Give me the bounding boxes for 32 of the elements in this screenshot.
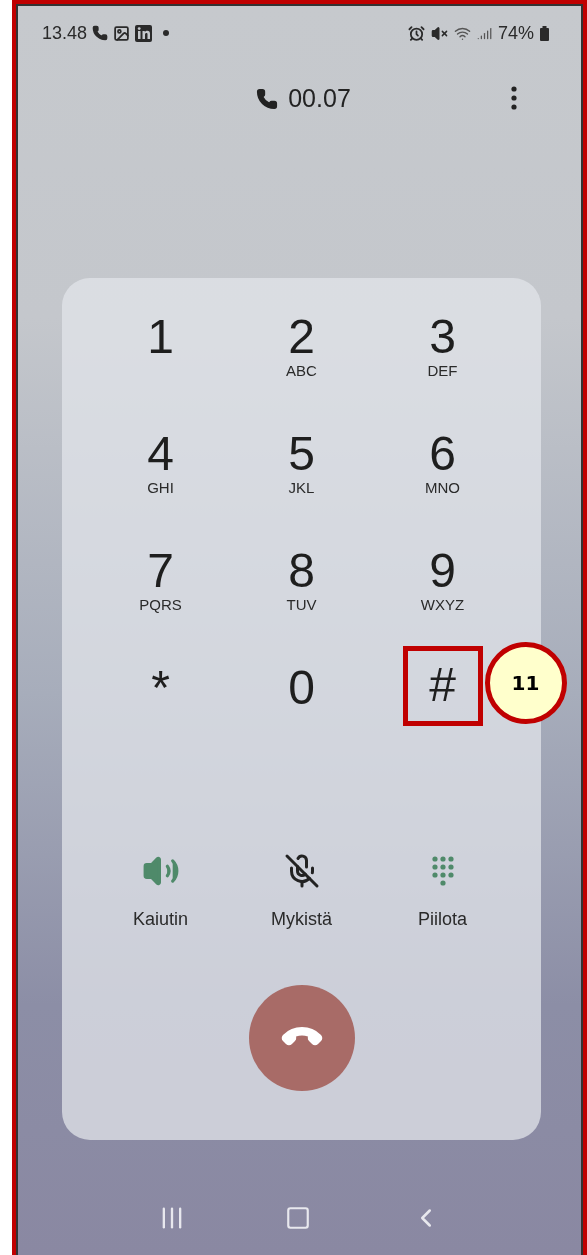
- dialpad-icon: [430, 855, 455, 887]
- dial-key[interactable]: 2 ABC: [261, 299, 342, 379]
- phone-icon: [92, 25, 109, 41]
- dial-key[interactable]: 7 PQRS: [120, 533, 201, 613]
- dial-key[interactable]: 8 TUV: [261, 533, 342, 613]
- dial-key[interactable]: 3 DEF: [402, 299, 483, 379]
- dial-key[interactable]: 5 JKL: [261, 416, 342, 496]
- dial-key[interactable]: 0: [261, 650, 342, 730]
- home-icon[interactable]: [285, 1204, 312, 1231]
- dot-icon: [163, 30, 170, 36]
- signal-icon: [476, 25, 492, 41]
- more-icon: [511, 86, 517, 110]
- status-time: 13.48: [42, 21, 88, 45]
- mute-button[interactable]: Mykistä: [231, 852, 372, 933]
- speaker-button[interactable]: Kaiutin: [90, 852, 231, 933]
- callout-number: 11: [484, 642, 567, 724]
- microphone-off-icon: [283, 853, 320, 889]
- alarm-icon: [407, 24, 425, 42]
- phone-icon: [256, 88, 279, 110]
- call-duration: 00.07: [288, 83, 351, 115]
- dial-key[interactable]: *: [120, 650, 201, 730]
- dial-key[interactable]: 6 MNO: [402, 416, 483, 496]
- dial-key[interactable]: 9 WXYZ: [402, 533, 483, 613]
- hide-button[interactable]: Piilota: [372, 852, 513, 933]
- app-icon: [135, 24, 153, 42]
- mute-icon: [430, 24, 448, 42]
- battery-icon: [540, 25, 549, 41]
- image-icon: [113, 24, 131, 42]
- dial-key[interactable]: 1: [120, 299, 201, 379]
- dial-key[interactable]: #: [402, 646, 483, 726]
- dial-key[interactable]: 4 GHI: [120, 416, 201, 496]
- battery-percentage: 74%: [497, 21, 534, 45]
